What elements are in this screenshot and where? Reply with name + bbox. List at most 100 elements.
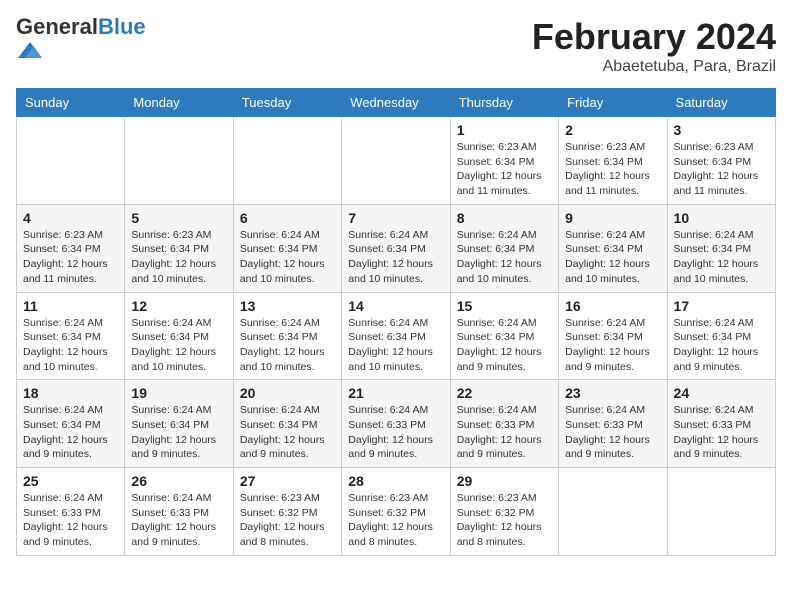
day-number: 3 — [674, 122, 769, 138]
day-info: Sunrise: 6:24 AMSunset: 6:34 PMDaylight:… — [131, 403, 226, 462]
day-info: Sunrise: 6:24 AMSunset: 6:34 PMDaylight:… — [457, 316, 552, 375]
day-number: 20 — [240, 385, 335, 401]
day-number: 8 — [457, 210, 552, 226]
calendar-cell: 29 Sunrise: 6:23 AMSunset: 6:32 PMDayligh… — [450, 468, 558, 556]
month-title: February 2024 — [532, 16, 776, 58]
column-header-saturday: Saturday — [667, 89, 775, 117]
calendar-week-row: 1 Sunrise: 6:23 AMSunset: 6:34 PMDaylight… — [17, 117, 776, 205]
calendar-cell: 21Sunrise: 6:24 AMSunset: 6:33 PMDayligh… — [342, 380, 450, 468]
logo-icon — [18, 38, 42, 62]
logo-general-text: General — [16, 14, 98, 39]
column-header-wednesday: Wednesday — [342, 89, 450, 117]
day-info: Sunrise: 6:24 AMSunset: 6:34 PMDaylight:… — [240, 403, 335, 462]
day-info: Sunrise: 6:24 AMSunset: 6:34 PMDaylight:… — [23, 316, 118, 375]
day-info: Sunrise: 6:23 AMSunset: 6:34 PMDaylight:… — [23, 228, 118, 287]
day-number: 4 — [23, 210, 118, 226]
day-info: Sunrise: 6:23 AMSunset: 6:34 PMDaylight:… — [565, 140, 660, 199]
day-info: Sunrise: 6:24 AMSunset: 6:34 PMDaylight:… — [240, 228, 335, 287]
day-info: Sunrise: 6:24 AMSunset: 6:33 PMDaylight:… — [23, 491, 118, 550]
day-number: 18 — [23, 385, 118, 401]
day-number: 10 — [674, 210, 769, 226]
calendar-cell: 14Sunrise: 6:24 AMSunset: 6:34 PMDayligh… — [342, 292, 450, 380]
day-info: Sunrise: 6:23 AMSunset: 6:34 PMDaylight:… — [131, 228, 226, 287]
column-header-tuesday: Tuesday — [233, 89, 341, 117]
day-number: 21 — [348, 385, 443, 401]
calendar-cell: 6 Sunrise: 6:24 AMSunset: 6:34 PMDaylight… — [233, 204, 341, 292]
day-number: 13 — [240, 298, 335, 314]
calendar-cell: 27Sunrise: 6:23 AMSunset: 6:32 PMDayligh… — [233, 468, 341, 556]
calendar-cell: 20 Sunrise: 6:24 AMSunset: 6:34 PMDayligh… — [233, 380, 341, 468]
page-header: GeneralBlue February 2024 Abaetetuba, Pa… — [16, 16, 776, 76]
calendar-cell: 12 Sunrise: 6:24 AMSunset: 6:34 PMDayligh… — [125, 292, 233, 380]
calendar-cell: 26Sunrise: 6:24 AMSunset: 6:33 PMDayligh… — [125, 468, 233, 556]
calendar-cell — [17, 117, 125, 205]
day-info: Sunrise: 6:23 AMSunset: 6:34 PMDaylight:… — [457, 140, 552, 199]
day-number: 12 — [131, 298, 226, 314]
calendar-cell — [233, 117, 341, 205]
calendar-cell: 8 Sunrise: 6:24 AMSunset: 6:34 PMDaylight… — [450, 204, 558, 292]
day-info: Sunrise: 6:24 AMSunset: 6:34 PMDaylight:… — [23, 403, 118, 462]
calendar-week-row: 18 Sunrise: 6:24 AMSunset: 6:34 PMDayligh… — [17, 380, 776, 468]
day-number: 11 — [23, 298, 118, 314]
day-info: Sunrise: 6:24 AMSunset: 6:34 PMDaylight:… — [565, 228, 660, 287]
calendar-cell: 22 Sunrise: 6:24 AMSunset: 6:33 PMDayligh… — [450, 380, 558, 468]
calendar-table: SundayMondayTuesdayWednesdayThursdayFrid… — [16, 88, 776, 556]
calendar-cell: 24 Sunrise: 6:24 AMSunset: 6:33 PMDayligh… — [667, 380, 775, 468]
day-info: Sunrise: 6:23 AMSunset: 6:32 PMDaylight:… — [348, 491, 443, 550]
day-number: 22 — [457, 385, 552, 401]
title-block: February 2024 Abaetetuba, Para, Brazil — [532, 16, 776, 76]
day-number: 17 — [674, 298, 769, 314]
location-title: Abaetetuba, Para, Brazil — [532, 58, 776, 76]
calendar-cell: 15 Sunrise: 6:24 AMSunset: 6:34 PMDayligh… — [450, 292, 558, 380]
calendar-week-row: 11 Sunrise: 6:24 AMSunset: 6:34 PMDayligh… — [17, 292, 776, 380]
calendar-cell: 23 Sunrise: 6:24 AMSunset: 6:33 PMDayligh… — [559, 380, 667, 468]
logo-blue-text: Blue — [98, 14, 146, 39]
calendar-cell: 17Sunrise: 6:24 AMSunset: 6:34 PMDayligh… — [667, 292, 775, 380]
calendar-cell — [667, 468, 775, 556]
day-number: 15 — [457, 298, 552, 314]
day-number: 16 — [565, 298, 660, 314]
calendar-cell: 18 Sunrise: 6:24 AMSunset: 6:34 PMDayligh… — [17, 380, 125, 468]
day-info: Sunrise: 6:24 AMSunset: 6:34 PMDaylight:… — [565, 316, 660, 375]
day-info: Sunrise: 6:24 AMSunset: 6:34 PMDaylight:… — [674, 228, 769, 287]
calendar-cell: 13 Sunrise: 6:24 AMSunset: 6:34 PMDayligh… — [233, 292, 341, 380]
calendar-cell: 19 Sunrise: 6:24 AMSunset: 6:34 PMDayligh… — [125, 380, 233, 468]
calendar-cell: 16 Sunrise: 6:24 AMSunset: 6:34 PMDayligh… — [559, 292, 667, 380]
day-number: 19 — [131, 385, 226, 401]
column-header-friday: Friday — [559, 89, 667, 117]
day-info: Sunrise: 6:24 AMSunset: 6:33 PMDaylight:… — [674, 403, 769, 462]
day-info: Sunrise: 6:24 AMSunset: 6:34 PMDaylight:… — [240, 316, 335, 375]
day-number: 5 — [131, 210, 226, 226]
day-number: 25 — [23, 473, 118, 489]
day-number: 23 — [565, 385, 660, 401]
column-header-monday: Monday — [125, 89, 233, 117]
day-number: 9 — [565, 210, 660, 226]
day-info: Sunrise: 6:24 AMSunset: 6:34 PMDaylight:… — [457, 228, 552, 287]
day-number: 2 — [565, 122, 660, 138]
day-info: Sunrise: 6:24 AMSunset: 6:34 PMDaylight:… — [348, 228, 443, 287]
calendar-cell: 10 Sunrise: 6:24 AMSunset: 6:34 PMDayligh… — [667, 204, 775, 292]
calendar-cell: 3Sunrise: 6:23 AMSunset: 6:34 PMDaylight… — [667, 117, 775, 205]
day-number: 26 — [131, 473, 226, 489]
day-info: Sunrise: 6:23 AMSunset: 6:32 PMDaylight:… — [457, 491, 552, 550]
calendar-cell: 1 Sunrise: 6:23 AMSunset: 6:34 PMDaylight… — [450, 117, 558, 205]
day-number: 28 — [348, 473, 443, 489]
day-number: 29 — [457, 473, 552, 489]
day-info: Sunrise: 6:23 AMSunset: 6:32 PMDaylight:… — [240, 491, 335, 550]
day-number: 1 — [457, 122, 552, 138]
calendar-cell: 25 Sunrise: 6:24 AMSunset: 6:33 PMDayligh… — [17, 468, 125, 556]
calendar-cell: 4 Sunrise: 6:23 AMSunset: 6:34 PMDaylight… — [17, 204, 125, 292]
calendar-cell: 5 Sunrise: 6:23 AMSunset: 6:34 PMDaylight… — [125, 204, 233, 292]
day-number: 7 — [348, 210, 443, 226]
column-header-thursday: Thursday — [450, 89, 558, 117]
calendar-cell — [342, 117, 450, 205]
calendar-header-row: SundayMondayTuesdayWednesdayThursdayFrid… — [17, 89, 776, 117]
calendar-cell: 9 Sunrise: 6:24 AMSunset: 6:34 PMDaylight… — [559, 204, 667, 292]
day-info: Sunrise: 6:24 AMSunset: 6:33 PMDaylight:… — [457, 403, 552, 462]
day-number: 24 — [674, 385, 769, 401]
day-info: Sunrise: 6:24 AMSunset: 6:34 PMDaylight:… — [131, 316, 226, 375]
day-info: Sunrise: 6:24 AMSunset: 6:33 PMDaylight:… — [565, 403, 660, 462]
calendar-cell — [125, 117, 233, 205]
day-number: 6 — [240, 210, 335, 226]
calendar-cell: 28 Sunrise: 6:23 AMSunset: 6:32 PMDayligh… — [342, 468, 450, 556]
